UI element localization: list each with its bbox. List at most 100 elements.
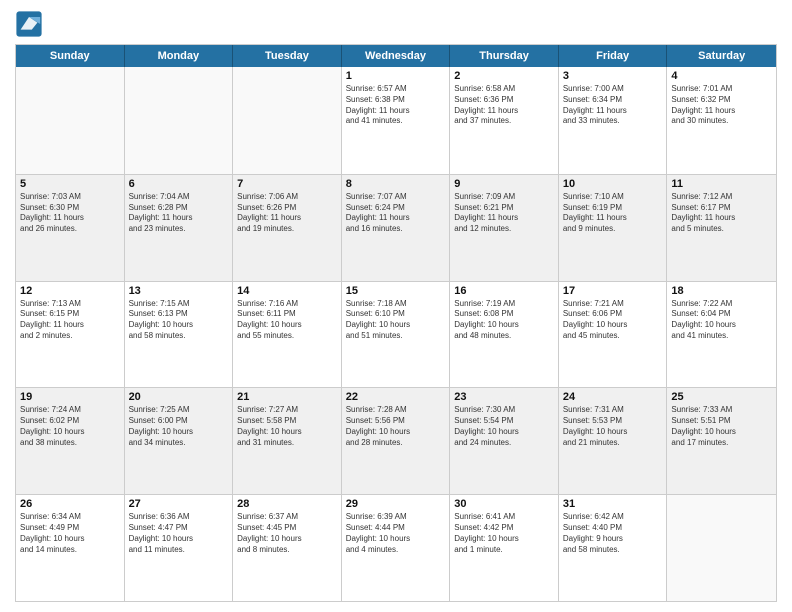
day-number: 6 (129, 178, 229, 190)
calendar-row-4: 26 Sunrise: 6:34 AMSunset: 4:49 PMDayligh… (16, 494, 776, 601)
calendar-cell-week1-day6: 11Sunrise: 7:12 AMSunset: 6:17 PMDayligh… (667, 175, 776, 281)
day-number: 29 (346, 498, 446, 510)
calendar-cell-week1-day1: 6 Sunrise: 7:04 AMSunset: 6:28 PMDaylight… (125, 175, 234, 281)
weekday-header-sunday: Sunday (16, 45, 125, 67)
day-number: 21 (237, 391, 337, 403)
page: SundayMondayTuesdayWednesdayThursdayFrid… (0, 0, 792, 612)
day-info: Sunrise: 7:28 AMSunset: 5:56 PMDaylight:… (346, 405, 446, 448)
day-number: 31 (563, 498, 663, 510)
day-number: 5 (20, 178, 120, 190)
day-number: 24 (563, 391, 663, 403)
calendar-cell-week4-day0: 26 Sunrise: 6:34 AMSunset: 4:49 PMDayligh… (16, 495, 125, 601)
calendar-cell-week4-day4: 30 Sunrise: 6:41 AMSunset: 4:42 PMDayligh… (450, 495, 559, 601)
day-number: 19 (20, 391, 120, 403)
calendar-cell-week3-day1: 20Sunrise: 7:25 AMSunset: 6:00 PMDayligh… (125, 388, 234, 494)
day-number: 12 (20, 285, 120, 297)
logo-icon (15, 10, 43, 38)
calendar-cell-week2-day6: 18Sunrise: 7:22 AMSunset: 6:04 PMDayligh… (667, 282, 776, 388)
day-number: 27 (129, 498, 229, 510)
calendar-cell-week1-day4: 9 Sunrise: 7:09 AMSunset: 6:21 PMDaylight… (450, 175, 559, 281)
day-number: 2 (454, 70, 554, 82)
calendar-cell-week0-day1 (125, 67, 234, 174)
header (15, 10, 777, 38)
day-number: 16 (454, 285, 554, 297)
day-info: Sunrise: 6:34 AMSunset: 4:49 PMDaylight:… (20, 512, 120, 555)
calendar-cell-week0-day3: 1Sunrise: 6:57 AMSunset: 6:38 PMDaylight… (342, 67, 451, 174)
calendar-cell-week1-day0: 5Sunrise: 7:03 AMSunset: 6:30 PMDaylight… (16, 175, 125, 281)
calendar-cell-week3-day5: 24 Sunrise: 7:31 AMSunset: 5:53 PMDayligh… (559, 388, 668, 494)
day-number: 14 (237, 285, 337, 297)
day-info: Sunrise: 7:07 AMSunset: 6:24 PMDaylight:… (346, 192, 446, 235)
day-info: Sunrise: 7:16 AMSunset: 6:11 PMDaylight:… (237, 299, 337, 342)
calendar-cell-week4-day1: 27 Sunrise: 6:36 AMSunset: 4:47 PMDayligh… (125, 495, 234, 601)
day-number: 3 (563, 70, 663, 82)
day-number: 30 (454, 498, 554, 510)
day-info: Sunrise: 7:12 AMSunset: 6:17 PMDaylight:… (671, 192, 772, 235)
day-number: 13 (129, 285, 229, 297)
day-number: 23 (454, 391, 554, 403)
calendar-header: SundayMondayTuesdayWednesdayThursdayFrid… (16, 45, 776, 67)
day-info: Sunrise: 7:00 AMSunset: 6:34 PMDaylight:… (563, 84, 663, 127)
calendar-cell-week2-day3: 15 Sunrise: 7:18 AMSunset: 6:10 PMDayligh… (342, 282, 451, 388)
calendar: SundayMondayTuesdayWednesdayThursdayFrid… (15, 44, 777, 602)
calendar-row-1: 5Sunrise: 7:03 AMSunset: 6:30 PMDaylight… (16, 174, 776, 281)
calendar-cell-week4-day2: 28 Sunrise: 6:37 AMSunset: 4:45 PMDayligh… (233, 495, 342, 601)
day-number: 10 (563, 178, 663, 190)
day-info: Sunrise: 6:42 AMSunset: 4:40 PMDaylight:… (563, 512, 663, 555)
day-info: Sunrise: 7:30 AMSunset: 5:54 PMDaylight:… (454, 405, 554, 448)
weekday-header-wednesday: Wednesday (342, 45, 451, 67)
day-info: Sunrise: 7:33 AMSunset: 5:51 PMDaylight:… (671, 405, 772, 448)
calendar-cell-week3-day0: 19 Sunrise: 7:24 AMSunset: 6:02 PMDayligh… (16, 388, 125, 494)
day-number: 17 (563, 285, 663, 297)
calendar-cell-week3-day3: 22 Sunrise: 7:28 AMSunset: 5:56 PMDayligh… (342, 388, 451, 494)
day-number: 9 (454, 178, 554, 190)
day-info: Sunrise: 7:18 AMSunset: 6:10 PMDaylight:… (346, 299, 446, 342)
day-number: 25 (671, 391, 772, 403)
day-info: Sunrise: 6:36 AMSunset: 4:47 PMDaylight:… (129, 512, 229, 555)
weekday-header-tuesday: Tuesday (233, 45, 342, 67)
calendar-cell-week0-day0 (16, 67, 125, 174)
calendar-cell-week2-day5: 17Sunrise: 7:21 AMSunset: 6:06 PMDayligh… (559, 282, 668, 388)
day-info: Sunrise: 7:31 AMSunset: 5:53 PMDaylight:… (563, 405, 663, 448)
day-number: 7 (237, 178, 337, 190)
calendar-cell-week1-day5: 10Sunrise: 7:10 AMSunset: 6:19 PMDayligh… (559, 175, 668, 281)
calendar-cell-week2-day1: 13 Sunrise: 7:15 AMSunset: 6:13 PMDayligh… (125, 282, 234, 388)
day-info: Sunrise: 6:41 AMSunset: 4:42 PMDaylight:… (454, 512, 554, 555)
day-info: Sunrise: 7:09 AMSunset: 6:21 PMDaylight:… (454, 192, 554, 235)
calendar-cell-week3-day6: 25 Sunrise: 7:33 AMSunset: 5:51 PMDayligh… (667, 388, 776, 494)
day-info: Sunrise: 7:15 AMSunset: 6:13 PMDaylight:… (129, 299, 229, 342)
day-info: Sunrise: 7:24 AMSunset: 6:02 PMDaylight:… (20, 405, 120, 448)
day-info: Sunrise: 7:19 AMSunset: 6:08 PMDaylight:… (454, 299, 554, 342)
day-info: Sunrise: 6:57 AMSunset: 6:38 PMDaylight:… (346, 84, 446, 127)
calendar-cell-week4-day6 (667, 495, 776, 601)
calendar-cell-week3-day4: 23 Sunrise: 7:30 AMSunset: 5:54 PMDayligh… (450, 388, 559, 494)
day-info: Sunrise: 7:22 AMSunset: 6:04 PMDaylight:… (671, 299, 772, 342)
day-info: Sunrise: 6:58 AMSunset: 6:36 PMDaylight:… (454, 84, 554, 127)
calendar-cell-week0-day5: 3 Sunrise: 7:00 AMSunset: 6:34 PMDaylight… (559, 67, 668, 174)
weekday-header-thursday: Thursday (450, 45, 559, 67)
day-number: 22 (346, 391, 446, 403)
weekday-header-saturday: Saturday (667, 45, 776, 67)
day-info: Sunrise: 7:01 AMSunset: 6:32 PMDaylight:… (671, 84, 772, 127)
calendar-cell-week2-day0: 12Sunrise: 7:13 AMSunset: 6:15 PMDayligh… (16, 282, 125, 388)
day-info: Sunrise: 7:04 AMSunset: 6:28 PMDaylight:… (129, 192, 229, 235)
weekday-header-monday: Monday (125, 45, 234, 67)
calendar-cell-week3-day2: 21 Sunrise: 7:27 AMSunset: 5:58 PMDayligh… (233, 388, 342, 494)
day-number: 8 (346, 178, 446, 190)
day-number: 15 (346, 285, 446, 297)
day-number: 28 (237, 498, 337, 510)
calendar-cell-week4-day5: 31 Sunrise: 6:42 AMSunset: 4:40 PMDayligh… (559, 495, 668, 601)
day-number: 26 (20, 498, 120, 510)
day-number: 4 (671, 70, 772, 82)
logo (15, 10, 47, 38)
day-info: Sunrise: 6:37 AMSunset: 4:45 PMDaylight:… (237, 512, 337, 555)
day-info: Sunrise: 7:25 AMSunset: 6:00 PMDaylight:… (129, 405, 229, 448)
calendar-row-3: 19 Sunrise: 7:24 AMSunset: 6:02 PMDayligh… (16, 387, 776, 494)
day-info: Sunrise: 7:27 AMSunset: 5:58 PMDaylight:… (237, 405, 337, 448)
day-info: Sunrise: 6:39 AMSunset: 4:44 PMDaylight:… (346, 512, 446, 555)
calendar-cell-week0-day6: 4 Sunrise: 7:01 AMSunset: 6:32 PMDaylight… (667, 67, 776, 174)
weekday-header-friday: Friday (559, 45, 668, 67)
calendar-cell-week1-day2: 7Sunrise: 7:06 AMSunset: 6:26 PMDaylight… (233, 175, 342, 281)
calendar-row-0: 1Sunrise: 6:57 AMSunset: 6:38 PMDaylight… (16, 67, 776, 174)
calendar-cell-week4-day3: 29 Sunrise: 6:39 AMSunset: 4:44 PMDayligh… (342, 495, 451, 601)
